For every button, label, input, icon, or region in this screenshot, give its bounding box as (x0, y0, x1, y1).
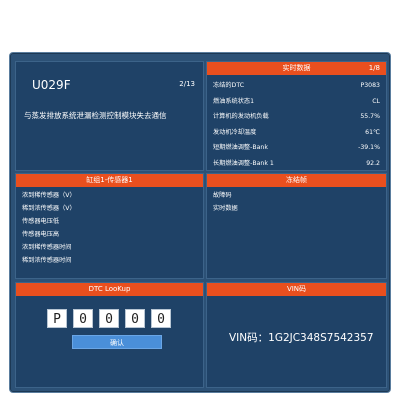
scanner-frame: U029F 2/13 与蒸发排放系统泄漏检测控制模块失去通信 实时数据 1/8 … (9, 52, 391, 393)
sensor-header: 缸组1-传感器1 (16, 174, 203, 187)
live-value: -39.1% (358, 144, 380, 151)
live-data-panel: 实时数据 1/8 冻结的DTC P3083 燃油系统状态1 CL 计算机的发动机负载… (206, 61, 387, 171)
live-value: CL (372, 97, 380, 105)
live-value: 55.7% (360, 113, 380, 120)
vin-header: VIN码 (207, 283, 386, 296)
live-value: P3083 (360, 82, 380, 89)
list-item[interactable]: 计算机的发动机负载 55.7% (213, 110, 380, 123)
live-data-list: 冻结的DTC P3083 燃油系统状态1 CL 计算机的发动机负载 55.7% 发动机… (207, 75, 386, 170)
list-item[interactable]: 稀到浓传感器时间 (22, 256, 197, 267)
list-item[interactable]: 故障码 (213, 191, 380, 202)
list-item[interactable]: 浓到稀传感器时间 (22, 243, 197, 254)
vin-title: VIN码 (286, 285, 307, 293)
list-item[interactable]: 传感器电压高 (22, 230, 197, 241)
dtc-char-box[interactable]: 0 (99, 309, 119, 328)
list-item[interactable]: 稀到浓传感器（V） (22, 204, 197, 215)
freeze-frame-header: 冻结帧 (207, 174, 386, 187)
dtc-char-box[interactable]: P (47, 309, 67, 328)
sensor-title: 缸组1-传感器1 (86, 176, 133, 184)
dtc-page-indicator: 2/13 (179, 80, 195, 88)
list-item[interactable]: 发动机冷却温度 61℃ (213, 126, 380, 139)
dtc-lookup-panel: DTC LooKup P 0 0 0 0 确认 (15, 282, 204, 388)
dtc-char-box[interactable]: 0 (125, 309, 145, 328)
live-label: 计算机的发动机负载 (213, 113, 269, 120)
list-item[interactable]: 传感器电压低 (22, 217, 197, 228)
freeze-frame-title: 冻结帧 (286, 176, 307, 184)
live-label: 短期燃油调整-Bank (213, 144, 268, 151)
list-item[interactable]: 冻结的DTC P3083 (213, 79, 380, 92)
live-data-header: 实时数据 1/8 (207, 62, 386, 75)
live-data-page-indicator: 1/8 (368, 64, 380, 72)
live-value: 61℃ (365, 128, 380, 136)
confirm-button[interactable]: 确认 (72, 335, 162, 349)
dtc-code-input: P 0 0 0 0 (47, 309, 171, 328)
live-label: 发动机冷却温度 (213, 128, 257, 136)
list-item[interactable]: 燃油系统状态1 CL (213, 95, 380, 108)
dtc-panel: U029F 2/13 与蒸发排放系统泄漏检测控制模块失去通信 (15, 61, 204, 171)
dtc-lookup-title: DTC LooKup (88, 285, 131, 293)
freeze-frame-panel: 冻结帧 故障码 实时数据 (206, 173, 387, 279)
live-data-title: 实时数据 (282, 64, 311, 72)
live-label: 燃油系统状态1 (213, 97, 255, 105)
live-label: 冻结的DTC (213, 82, 245, 89)
dtc-char-box[interactable]: 0 (151, 309, 171, 328)
dtc-code: U029F (32, 78, 71, 92)
list-item[interactable]: 浓到稀传感器（V） (22, 191, 197, 202)
live-value: 92.2 (366, 159, 380, 167)
dtc-description: 与蒸发排放系统泄漏检测控制模块失去通信 (24, 111, 167, 120)
live-label: 长期燃油调整-Bank 1 (213, 159, 274, 167)
freeze-frame-list: 故障码 实时数据 (207, 187, 386, 215)
list-item[interactable]: 长期燃油调整-Bank 1 92.2 (213, 157, 380, 170)
list-item[interactable]: 短期燃油调整-Bank -39.1% (213, 141, 380, 154)
sensor-panel: 缸组1-传感器1 浓到稀传感器（V） 稀到浓传感器（V） 传感器电压低 传感器电… (15, 173, 204, 279)
sensor-list: 浓到稀传感器（V） 稀到浓传感器（V） 传感器电压低 传感器电压高 浓到稀传感器… (16, 187, 203, 267)
list-item[interactable]: 实时数据 (213, 204, 380, 215)
dtc-char-box[interactable]: 0 (73, 309, 93, 328)
dtc-lookup-header: DTC LooKup (16, 283, 203, 296)
vin-panel: VIN码 VIN码：1G2JC348S7542357 (206, 282, 387, 388)
vin-value: VIN码：1G2JC348S7542357 (229, 332, 374, 344)
